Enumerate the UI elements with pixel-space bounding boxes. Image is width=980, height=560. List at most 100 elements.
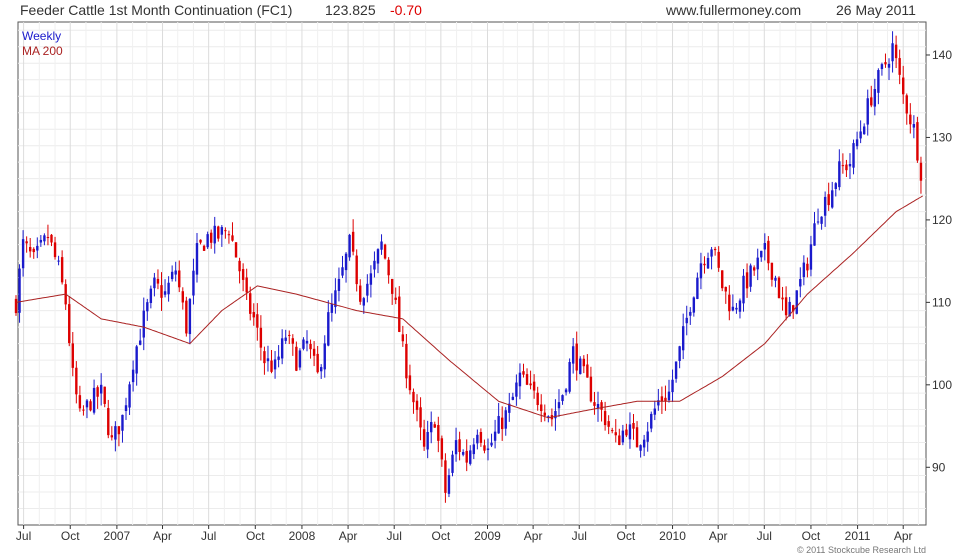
candle-body: [85, 400, 89, 408]
candle-body: [330, 303, 334, 313]
candle-body: [18, 268, 21, 313]
candle-body: [710, 249, 713, 257]
candle-body: [288, 334, 291, 336]
candle-body: [280, 338, 284, 359]
candle-body: [898, 58, 901, 75]
x-tick-label: Oct: [617, 529, 636, 543]
candle-body: [227, 234, 231, 236]
candle-body: [291, 338, 295, 344]
candle-body: [75, 367, 78, 395]
candle-body: [387, 259, 390, 276]
candle-body: [831, 190, 834, 208]
candle-body: [57, 260, 60, 262]
candle-body: [454, 440, 458, 455]
candle-body: [394, 297, 397, 300]
candle-body: [121, 414, 124, 431]
candle-body: [117, 426, 121, 435]
y-tick-label: 120: [932, 213, 952, 227]
candle-body: [816, 221, 820, 223]
candle-body: [518, 372, 522, 387]
candle-body: [614, 432, 617, 436]
candle-body: [89, 401, 92, 411]
candle-body: [681, 326, 685, 351]
x-tick-label: Oct: [246, 529, 265, 543]
x-tick-label: 2009: [474, 529, 501, 543]
candle-body: [909, 114, 912, 125]
candle-body: [337, 278, 341, 291]
candle-body: [795, 290, 798, 314]
candle-body: [845, 164, 848, 171]
candle-body: [82, 409, 85, 411]
candle-body: [156, 278, 160, 284]
x-tick-label: Jul: [387, 529, 402, 543]
candle-body: [36, 245, 39, 251]
x-axis: Jul Oct 2007 Apr Jul Oct 2008 Apr Jul Oct 2009 Apr J…: [16, 525, 913, 543]
candle-body: [465, 450, 468, 463]
candle-body: [437, 425, 440, 441]
x-tick-label: Apr: [339, 529, 358, 543]
candle-body: [529, 383, 532, 386]
candle-body: [163, 291, 167, 295]
candle-body: [713, 248, 717, 251]
candle-body: [866, 98, 869, 125]
candle-body: [245, 277, 248, 293]
candle-body: [366, 283, 369, 296]
candle-body: [305, 340, 309, 344]
candle-body: [355, 255, 358, 285]
candle-body: [799, 279, 802, 287]
candle-body: [571, 346, 575, 364]
candle-body: [139, 340, 142, 345]
x-tick-label: Jul: [572, 529, 587, 543]
candle-body: [344, 253, 348, 271]
candle-body: [46, 237, 50, 239]
y-tick-label: 140: [932, 48, 952, 62]
candle-body: [511, 396, 515, 400]
candle-body: [621, 430, 625, 443]
candle-body: [802, 262, 806, 278]
candle-body: [731, 306, 735, 311]
candle-body: [153, 277, 156, 289]
candle-body: [728, 294, 731, 312]
candle-body: [259, 327, 263, 348]
candle-body: [312, 348, 316, 356]
x-tick-label: Apr: [153, 529, 172, 543]
candle-body: [600, 402, 603, 410]
candle-body: [497, 416, 500, 434]
candle-body: [635, 427, 639, 448]
y-tick-label: 100: [932, 378, 952, 392]
candle-body: [302, 339, 305, 349]
candle-body: [721, 270, 724, 289]
candle-body: [390, 278, 394, 294]
candle-body: [415, 400, 419, 410]
candle-body: [92, 387, 96, 413]
candle-body: [877, 70, 880, 93]
candle-body: [834, 183, 837, 189]
candle-body: [408, 375, 412, 391]
candle-body: [611, 430, 614, 432]
candle-body: [447, 475, 451, 494]
candle-body: [192, 270, 195, 296]
candle-body: [855, 139, 859, 147]
legend-weekly: Weekly: [22, 29, 61, 43]
candle-body: [582, 358, 586, 367]
candle-body: [912, 124, 916, 128]
candle-body: [806, 263, 809, 271]
candle-body: [458, 439, 461, 452]
candle-body: [174, 270, 177, 275]
candle-body: [589, 376, 593, 402]
candle-body: [699, 263, 703, 279]
candle-body: [916, 122, 919, 161]
candle-body: [490, 442, 493, 446]
candle-body: [71, 343, 74, 368]
candle-body: [217, 226, 220, 239]
x-tick-label: Apr: [894, 529, 913, 543]
candle-body: [103, 386, 106, 404]
x-tick-label: Jul: [757, 529, 772, 543]
candle-body: [561, 395, 564, 402]
candle-body: [252, 312, 255, 318]
candle-body: [21, 239, 25, 269]
candle-body: [486, 448, 490, 451]
candle-body: [894, 44, 898, 59]
candle-body: [241, 269, 245, 280]
candle-body: [767, 240, 770, 264]
